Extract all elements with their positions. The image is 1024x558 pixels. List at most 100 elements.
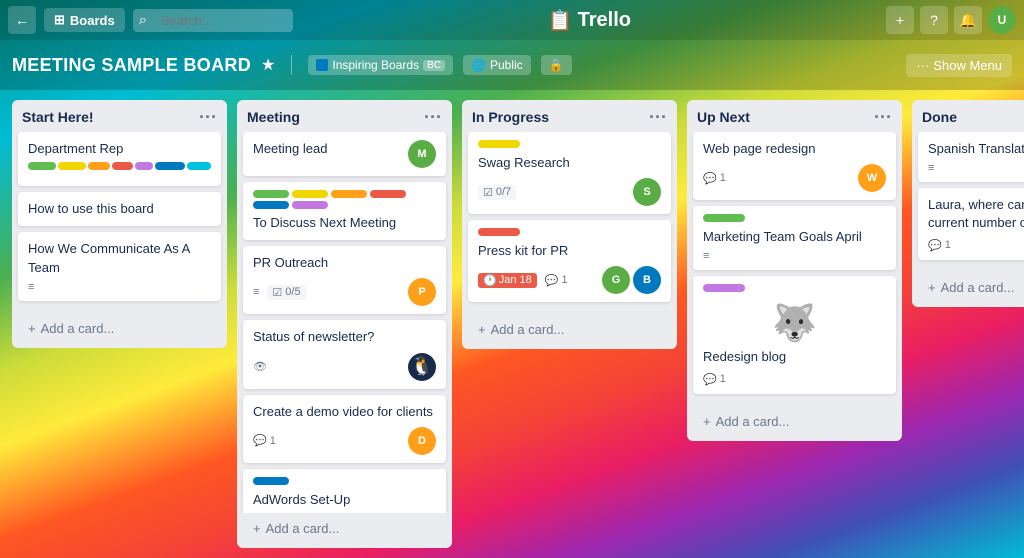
board-title: MEETING SAMPLE BOARD <box>12 55 251 76</box>
card-pr-outreach[interactable]: PR Outreach ≡ ☑ 0/5 P <box>243 246 446 314</box>
notification-button[interactable]: 🔔 <box>954 6 982 34</box>
eye-meta: 👁 <box>253 360 267 373</box>
card-redesign-blog[interactable]: 🐺 Redesign blog 💬 1 <box>693 276 896 393</box>
card-adwords[interactable]: AdWords Set-Up A <box>243 469 446 513</box>
card-title: How to use this board <box>28 200 211 218</box>
ellipsis-icon: ··· <box>916 58 929 73</box>
card-press-kit[interactable]: Press kit for PR 🕐 Jan 18 💬 1 G <box>468 220 671 302</box>
plus-icon: + <box>478 322 486 337</box>
column-title: Meeting <box>247 109 300 125</box>
card-title: Marketing Team Goals April <box>703 228 886 246</box>
add-card-button-in-progress[interactable]: + Add a card... <box>468 316 671 343</box>
card-web-redesign[interactable]: Web page redesign 💬 1 W <box>693 132 896 200</box>
card-title: PR Outreach <box>253 254 436 272</box>
column-menu-icon[interactable]: ··· <box>424 108 442 126</box>
label-yellow <box>478 140 520 148</box>
clock-icon: 🕐 <box>483 274 497 287</box>
column-in-progress: In Progress ··· Swag Research ☑ 0/7 S Pr… <box>462 100 677 349</box>
card-spanish-translation[interactable]: Spanish Translation ≡ <box>918 132 1024 182</box>
search-input[interactable] <box>133 9 293 32</box>
card-meeting-lead[interactable]: Meeting lead M <box>243 132 446 176</box>
info-button[interactable]: ? <box>920 6 948 34</box>
column-title: Up Next <box>697 109 750 125</box>
inspiring-boards-label: Inspiring Boards <box>332 58 419 72</box>
card-marketing-goals[interactable]: Marketing Team Goals April ≡ <box>693 206 896 270</box>
check-icon: ☑ <box>483 186 493 199</box>
card-title: Department Rep <box>28 140 211 158</box>
card-newsletter[interactable]: Status of newsletter? 👁 🐧 <box>243 320 446 388</box>
comment-meta: 💬 1 <box>253 434 276 447</box>
card-dept-rep[interactable]: Department Rep <box>18 132 221 186</box>
search-wrapper <box>133 9 293 32</box>
label-green <box>253 190 289 198</box>
bar-orange <box>88 162 110 170</box>
label-green <box>703 214 745 222</box>
star-icon[interactable]: ★ <box>261 55 275 75</box>
add-card-label: Add a card... <box>41 321 115 336</box>
grid-icon: ⊞ <box>54 12 65 28</box>
inspiring-boards-tag[interactable]: Inspiring Boards BC <box>308 55 453 75</box>
bar-purple <box>135 162 153 170</box>
card-footer: ≡ ☑ 0/5 P <box>253 278 436 306</box>
check-icon: ☑ <box>272 286 282 299</box>
label-purple <box>703 284 745 292</box>
checklist-count: 0/5 <box>285 286 300 298</box>
card-communicate[interactable]: How We Communicate As A Team ≡ <box>18 232 221 300</box>
lock-tag[interactable]: 🔒 <box>541 55 572 75</box>
comment-icon: 💬 <box>253 434 267 447</box>
comment-icon: 💬 <box>703 172 717 185</box>
comment-meta: 💬 1 <box>928 239 951 252</box>
due-date-label: Jan 18 <box>499 274 532 286</box>
add-card-button-done[interactable]: + Add a card... <box>918 274 1024 301</box>
description-icon: ≡ <box>253 286 259 298</box>
comment-icon: 💬 <box>703 373 717 386</box>
card-avatar: S <box>633 178 661 206</box>
label-yellow <box>292 190 328 198</box>
add-card-button-up-next[interactable]: + Add a card... <box>693 408 896 435</box>
plus-icon: + <box>703 414 711 429</box>
trello-logo: 📋 Trello <box>548 8 631 33</box>
tag-blue-square <box>316 59 328 71</box>
column-meeting: Meeting ··· Meeting lead M To D <box>237 100 452 548</box>
card-meta: 👁 <box>253 360 267 373</box>
column-menu-icon[interactable]: ··· <box>874 108 892 126</box>
card-meta: 🕐 Jan 18 💬 1 <box>478 273 568 288</box>
show-menu-label: Show Menu <box>933 58 1002 73</box>
back-button[interactable]: ← <box>8 6 36 34</box>
comment-icon: 💬 <box>928 239 942 252</box>
card-laura-question[interactable]: Laura, where can I find our current numb… <box>918 188 1024 259</box>
show-menu-button[interactable]: ··· Show Menu <box>906 54 1012 77</box>
column-menu-icon[interactable]: ··· <box>649 108 667 126</box>
trello-icon: 📋 <box>548 8 573 33</box>
column-in-progress-header: In Progress ··· <box>462 100 677 132</box>
plus-icon: + <box>28 321 36 336</box>
description-icon: ≡ <box>703 250 886 262</box>
bar-teal <box>187 162 211 170</box>
card-meta: 💬 1 <box>703 373 726 386</box>
add-card-button-meeting[interactable]: + Add a card... <box>243 515 446 542</box>
earth-icon: 🌐 <box>471 58 486 72</box>
card-footer: 💬 1 <box>928 239 1024 252</box>
boards-button[interactable]: ⊞ Boards <box>44 8 125 32</box>
nav-right: + ? 🔔 U <box>886 6 1016 34</box>
card-discuss-next[interactable]: To Discuss Next Meeting <box>243 182 446 240</box>
card-title: To Discuss Next Meeting <box>253 214 436 232</box>
column-menu-icon[interactable]: ··· <box>199 108 217 126</box>
add-card-label: Add a card... <box>941 280 1015 295</box>
plus-icon: + <box>253 521 261 536</box>
column-title: Start Here! <box>22 109 94 125</box>
label-purple <box>292 201 328 209</box>
card-avatar: P <box>408 278 436 306</box>
trello-name: Trello <box>578 9 631 32</box>
card-how-to-use[interactable]: How to use this board <box>18 192 221 226</box>
add-button[interactable]: + <box>886 6 914 34</box>
user-avatar[interactable]: U <box>988 6 1016 34</box>
card-swag-research[interactable]: Swag Research ☑ 0/7 S <box>468 132 671 214</box>
card-footer: 🕐 Jan 18 💬 1 G B <box>478 266 661 294</box>
bar-blue <box>155 162 185 170</box>
card-avatar: 🐧 <box>408 353 436 381</box>
board-divider <box>291 55 292 75</box>
public-tag[interactable]: 🌐 Public <box>463 55 531 75</box>
card-demo-video[interactable]: Create a demo video for clients 💬 1 D <box>243 395 446 463</box>
add-card-button-start[interactable]: + Add a card... <box>18 315 221 342</box>
